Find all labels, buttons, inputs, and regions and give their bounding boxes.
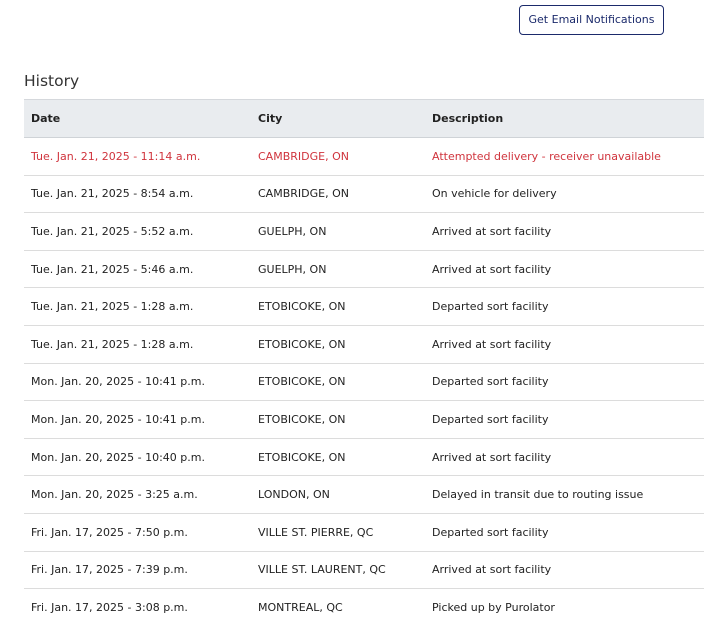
history-row: Mon. Jan. 20, 2025 - 10:41 p.m. ETOBICOK…: [24, 363, 704, 402]
row-city: GUELPH, ON: [251, 250, 425, 289]
history-row: Fri. Jan. 17, 2025 - 7:50 p.m. VILLE ST.…: [24, 513, 704, 552]
history-row: Tue. Jan. 21, 2025 - 5:46 a.m. GUELPH, O…: [24, 250, 704, 289]
history-row: Tue. Jan. 21, 2025 - 1:28 a.m. ETOBICOKE…: [24, 325, 704, 364]
row-description: Departed sort facility: [425, 513, 704, 552]
description-column-header: Description: [425, 99, 704, 138]
row-city: CAMBRIDGE, ON: [251, 175, 425, 214]
history-row: Tue. Jan. 21, 2025 - 1:28 a.m. ETOBICOKE…: [24, 287, 704, 326]
history-table: Date City Description Tue. Jan. 21, 2025…: [24, 99, 704, 626]
row-date: Tue. Jan. 21, 2025 - 11:14 a.m.: [24, 137, 251, 176]
history-row: Tue. Jan. 21, 2025 - 8:54 a.m. CAMBRIDGE…: [24, 175, 704, 214]
row-description: Arrived at sort facility: [425, 325, 704, 364]
row-city: VILLE ST. PIERRE, QC: [251, 513, 425, 552]
history-row: Mon. Jan. 20, 2025 - 3:25 a.m. LONDON, O…: [24, 475, 704, 514]
row-date: Fri. Jan. 17, 2025 - 3:08 p.m.: [31, 601, 188, 615]
row-city: GUELPH, ON: [251, 212, 425, 251]
row-date: Mon. Jan. 20, 2025 - 10:41 p.m.: [24, 363, 251, 402]
row-date: Fri. Jan. 17, 2025 - 7:50 p.m.: [24, 513, 251, 552]
row-description: Departed sort facility: [425, 287, 704, 326]
row-description: Arrived at sort facility: [425, 250, 704, 289]
history-header-row: Date City Description: [24, 99, 704, 138]
row-city: CAMBRIDGE, ON: [251, 137, 425, 176]
row-description: Picked up by Purolator: [432, 601, 555, 615]
row-date: Mon. Jan. 20, 2025 - 10:41 p.m.: [24, 400, 251, 439]
row-date: Tue. Jan. 21, 2025 - 5:52 a.m.: [24, 212, 251, 251]
history-row: Mon. Jan. 20, 2025 - 10:41 p.m. ETOBICOK…: [24, 400, 704, 439]
row-date: Mon. Jan. 20, 2025 - 10:40 p.m.: [24, 438, 251, 477]
history-heading: History: [24, 72, 80, 90]
row-description: Delayed in transit due to routing issue: [425, 475, 704, 514]
row-city: ETOBICOKE, ON: [251, 400, 425, 439]
history-row: Tue. Jan. 21, 2025 - 11:14 a.m. CAMBRIDG…: [24, 137, 704, 176]
row-date: Mon. Jan. 20, 2025 - 3:25 a.m.: [24, 475, 251, 514]
row-city: ETOBICOKE, ON: [251, 363, 425, 402]
row-date: Tue. Jan. 21, 2025 - 1:28 a.m.: [24, 287, 251, 326]
row-city: VILLE ST. LAURENT, QC: [251, 551, 425, 590]
get-email-notifications-button[interactable]: Get Email Notifications: [519, 5, 664, 35]
row-city: MONTREAL, QC: [258, 601, 343, 615]
history-row: Fri. Jan. 17, 2025 - 7:39 p.m. VILLE ST.…: [24, 551, 704, 590]
row-date: Tue. Jan. 21, 2025 - 1:28 a.m.: [24, 325, 251, 364]
history-row: Tue. Jan. 21, 2025 - 5:52 a.m. GUELPH, O…: [24, 212, 704, 251]
row-description: Attempted delivery - receiver unavailabl…: [425, 137, 704, 176]
row-description: Departed sort facility: [425, 400, 704, 439]
row-description: Arrived at sort facility: [425, 438, 704, 477]
history-row: Fri. Jan. 17, 2025 - 3:08 p.m. MONTREAL,…: [24, 589, 704, 626]
row-city: ETOBICOKE, ON: [251, 325, 425, 364]
row-description: On vehicle for delivery: [425, 175, 704, 214]
row-date: Fri. Jan. 17, 2025 - 7:39 p.m.: [24, 551, 251, 590]
row-city: ETOBICOKE, ON: [251, 287, 425, 326]
row-city: LONDON, ON: [251, 475, 425, 514]
row-description: Arrived at sort facility: [425, 212, 704, 251]
row-date: Tue. Jan. 21, 2025 - 5:46 a.m.: [24, 250, 251, 289]
row-city: ETOBICOKE, ON: [251, 438, 425, 477]
row-description: Arrived at sort facility: [425, 551, 704, 590]
history-row: Mon. Jan. 20, 2025 - 10:40 p.m. ETOBICOK…: [24, 438, 704, 477]
date-column-header: Date: [24, 99, 251, 138]
city-column-header: City: [251, 99, 425, 138]
row-date: Tue. Jan. 21, 2025 - 8:54 a.m.: [24, 175, 251, 214]
row-description: Departed sort facility: [425, 363, 704, 402]
